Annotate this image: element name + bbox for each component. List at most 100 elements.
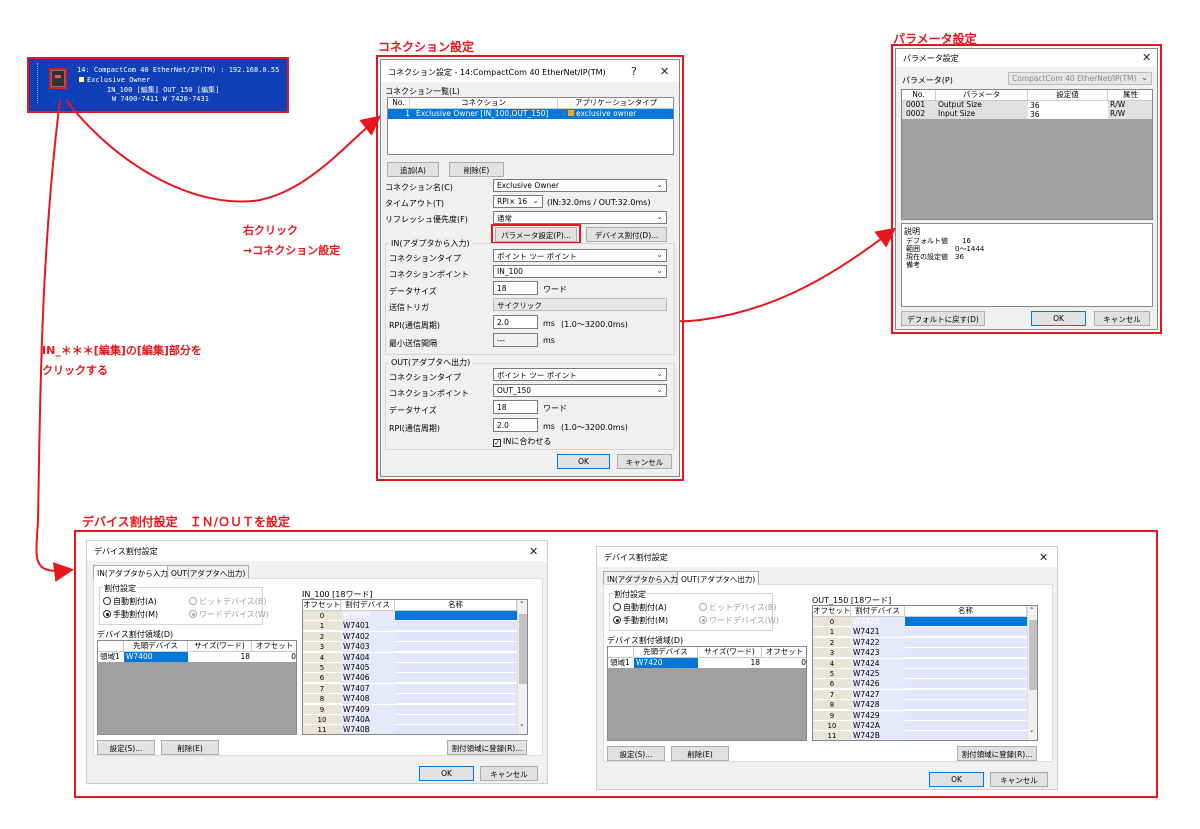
- refresh-select[interactable]: 通常 ⌄: [493, 211, 667, 224]
- cancel-button[interactable]: キャンセル: [990, 772, 1048, 787]
- name-cell[interactable]: [905, 617, 1027, 627]
- cancel-button[interactable]: キャンセル: [480, 766, 538, 781]
- out-conn-point-select[interactable]: OUT_150 ⌄: [493, 384, 667, 397]
- table-row[interactable]: 0002 Input Size 36 R/W: [902, 109, 1152, 119]
- device-cell[interactable]: W7424: [851, 658, 905, 669]
- allocation-area-table[interactable]: 先頭デバイス サイズ(ワード) オフセット 領域1 W7400 18 0: [97, 640, 297, 735]
- settings-button[interactable]: 設定(S)...: [607, 746, 665, 761]
- out-data-size-field[interactable]: 18: [493, 400, 538, 414]
- device-cell[interactable]: W742A: [851, 721, 905, 731]
- device-allocation-button[interactable]: デバイス割付(D)...: [586, 227, 667, 242]
- scroll-up-icon[interactable]: ˄: [520, 601, 524, 609]
- out-rpi-field[interactable]: 2.0: [493, 418, 538, 432]
- auto-alloc-radio[interactable]: 自動割付(A): [103, 596, 157, 607]
- in-data-size-field[interactable]: 18: [493, 281, 538, 295]
- tab-in[interactable]: IN(アダプタから入力): [93, 565, 175, 579]
- add-button[interactable]: 追加(A): [387, 162, 439, 177]
- ok-button[interactable]: OK: [1031, 311, 1086, 326]
- conn-name-select[interactable]: Exclusive Owner ⌄: [493, 179, 667, 192]
- name-cell[interactable]: [395, 621, 517, 632]
- name-cell[interactable]: [395, 683, 517, 694]
- register-area-button[interactable]: 割付領域に登録(R)...: [957, 746, 1037, 761]
- match-in-checkbox[interactable]: ✓ INに合わせる: [493, 436, 551, 447]
- device-cell[interactable]: W7421: [851, 627, 905, 638]
- scrollbar-thumb[interactable]: [1029, 620, 1037, 690]
- ok-button[interactable]: OK: [419, 766, 474, 781]
- device-cell[interactable]: W7405: [341, 663, 395, 673]
- name-cell[interactable]: [395, 642, 517, 653]
- table-row[interactable]: 領域1 W7400 18 0: [98, 652, 296, 662]
- device-cell[interactable]: W7422: [851, 637, 905, 648]
- in-conn-type-select[interactable]: ポイント ツー ポイント ⌄: [493, 249, 667, 262]
- device-cell[interactable]: W740B: [341, 725, 395, 734]
- name-cell[interactable]: [395, 673, 517, 684]
- delete-button[interactable]: 削除(E): [671, 746, 729, 761]
- register-area-button[interactable]: 割付領域に登録(R)...: [447, 740, 527, 755]
- scroll-down-icon[interactable]: ˅: [520, 724, 524, 732]
- device-cell[interactable]: W7400: [341, 611, 395, 621]
- scrollbar-thumb[interactable]: [519, 614, 527, 684]
- device-cell[interactable]: W7427: [851, 689, 905, 700]
- name-cell[interactable]: [905, 689, 1027, 700]
- device-list[interactable]: オフセット 割付デバイス 名称 0 W7420 1 W7421 2 W7422 3 W7423 4 W7…: [812, 605, 1038, 741]
- name-cell[interactable]: [905, 627, 1027, 638]
- close-icon[interactable]: ✕: [1039, 551, 1048, 564]
- name-cell[interactable]: [905, 669, 1027, 679]
- close-icon[interactable]: ✕: [529, 545, 538, 558]
- out-conn-type-select[interactable]: ポイント ツー ポイント ⌄: [493, 368, 667, 381]
- tab-in[interactable]: IN(アダプタから入力): [603, 571, 685, 584]
- name-cell[interactable]: [905, 679, 1027, 690]
- device-cell[interactable]: W7428: [851, 700, 905, 711]
- device-cell[interactable]: W7407: [341, 683, 395, 694]
- device-cell[interactable]: W742B: [851, 731, 905, 740]
- device-cell[interactable]: W7409: [341, 704, 395, 715]
- name-cell[interactable]: [905, 700, 1027, 711]
- close-icon[interactable]: ✕: [660, 65, 669, 78]
- ok-button[interactable]: OK: [557, 454, 610, 469]
- cancel-button[interactable]: キャンセル: [617, 454, 672, 469]
- device-list[interactable]: オフセット 割付デバイス 名称 0 W7400 1 W7401 2 W7402 3 W7403 4 W7…: [302, 599, 528, 735]
- delete-button[interactable]: 削除(E): [161, 740, 219, 755]
- in-conn-point-select[interactable]: IN_100 ⌄: [493, 265, 667, 278]
- device-cell[interactable]: W7425: [851, 669, 905, 679]
- ok-button[interactable]: OK: [929, 772, 984, 787]
- name-cell[interactable]: [905, 710, 1027, 721]
- device-cell[interactable]: W740A: [341, 715, 395, 725]
- tab-out[interactable]: OUT(アダプタへ出力): [677, 571, 760, 585]
- in-rpi-field[interactable]: 2.0: [493, 315, 538, 329]
- settings-button[interactable]: 設定(S)...: [97, 740, 155, 755]
- auto-alloc-radio[interactable]: 自動割付(A): [613, 602, 667, 613]
- manual-alloc-radio[interactable]: 手動割付(M): [103, 609, 158, 620]
- scroll-up-icon[interactable]: ˄: [1030, 607, 1034, 615]
- name-cell[interactable]: [395, 694, 517, 705]
- scrollbar[interactable]: ˄ ˅: [517, 600, 527, 734]
- close-icon[interactable]: ✕: [1142, 51, 1151, 64]
- device-cell[interactable]: W7420: [851, 617, 905, 627]
- name-cell[interactable]: [395, 704, 517, 715]
- help-icon[interactable]: ?: [631, 65, 637, 78]
- device-cell[interactable]: W7423: [851, 648, 905, 659]
- name-cell[interactable]: [395, 652, 517, 663]
- table-row[interactable]: 領域1 W7420 18 0: [608, 658, 806, 668]
- name-cell[interactable]: [395, 611, 517, 621]
- cancel-button[interactable]: キャンセル: [1094, 311, 1150, 326]
- device-cell[interactable]: W7429: [851, 710, 905, 721]
- device-cell[interactable]: W7426: [851, 679, 905, 690]
- device-cell[interactable]: W7402: [341, 631, 395, 642]
- name-cell[interactable]: [395, 663, 517, 673]
- device-cell[interactable]: W7401: [341, 621, 395, 632]
- name-cell[interactable]: [905, 721, 1027, 731]
- device-cell[interactable]: W7408: [341, 694, 395, 705]
- device-cell[interactable]: W7403: [341, 642, 395, 653]
- name-cell[interactable]: [905, 731, 1027, 740]
- allocation-area-table[interactable]: 先頭デバイス サイズ(ワード) オフセット 領域1 W7420 18 0: [607, 646, 807, 741]
- scrollbar[interactable]: ˄ ˅: [1027, 606, 1037, 740]
- name-cell[interactable]: [905, 637, 1027, 648]
- tab-out[interactable]: OUT(アダプタへ出力): [167, 565, 250, 578]
- name-cell[interactable]: [395, 631, 517, 642]
- name-cell[interactable]: [395, 725, 517, 734]
- connection-list[interactable]: No. コネクション アプリケーションタイプ 1 Exclusive Owner…: [387, 97, 674, 155]
- device-cell[interactable]: W7406: [341, 673, 395, 684]
- device-cell[interactable]: W7404: [341, 652, 395, 663]
- param-value[interactable]: 36: [1028, 101, 1108, 110]
